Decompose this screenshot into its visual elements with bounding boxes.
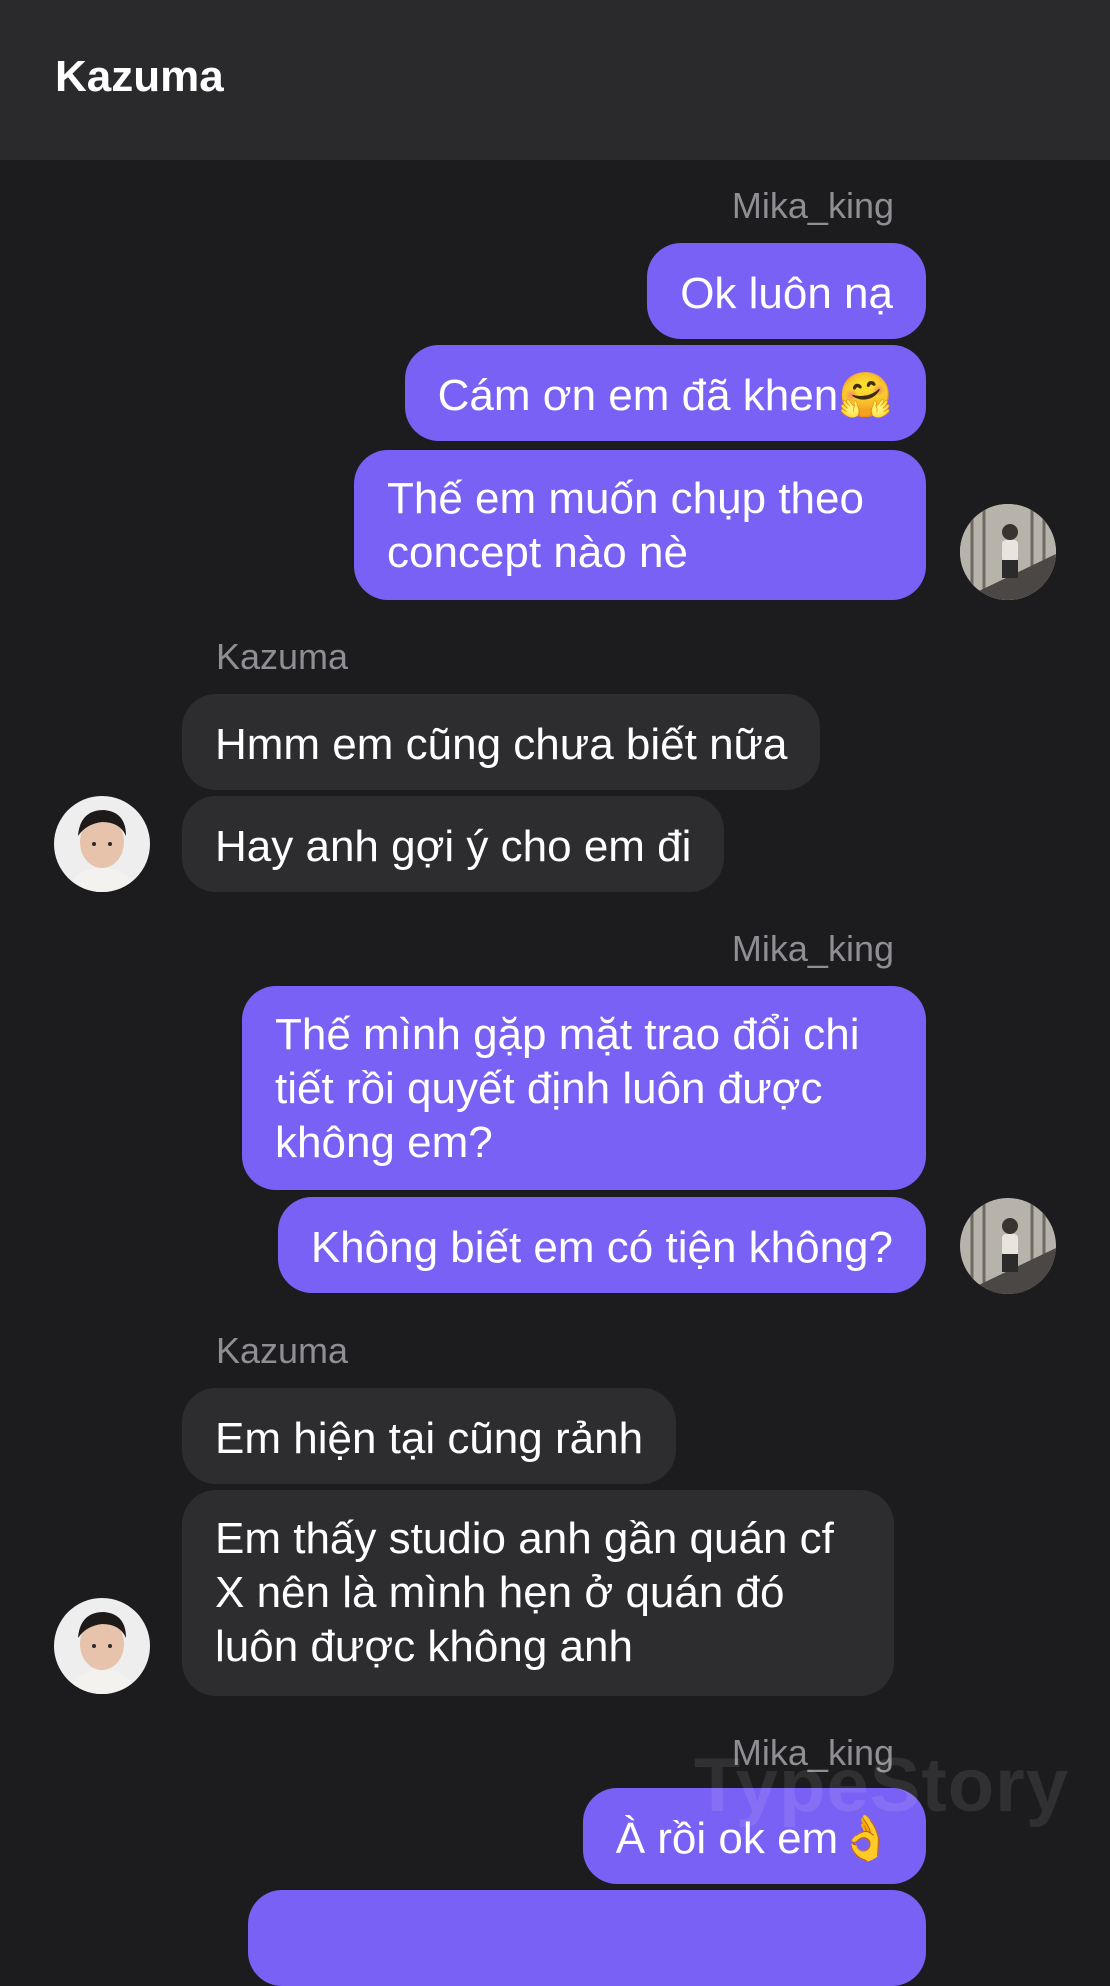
avatar-staircase-icon <box>960 1198 1056 1294</box>
contact-avatar[interactable] <box>54 1598 150 1694</box>
outgoing-message[interactable]: Cám ơn em đã khen🤗 <box>404 345 926 441</box>
incoming-message[interactable]: Hmm em cũng chưa biết nữa <box>182 694 821 790</box>
my-avatar[interactable] <box>960 1198 1056 1294</box>
avatar-portrait-icon <box>54 796 150 892</box>
outgoing-message[interactable]: Thế mình gặp mặt trao đổi chi tiết rồi q… <box>242 986 926 1190</box>
incoming-message[interactable]: Em thấy studio anh gần quán cf X nên là … <box>182 1490 894 1696</box>
avatar-staircase-icon <box>960 504 1056 600</box>
outgoing-message[interactable]: Thế em muốn chụp theo concept nào nè <box>354 450 926 600</box>
sender-name: Kazuma <box>216 1330 349 1371</box>
avatar-portrait-icon <box>54 1598 150 1694</box>
incoming-message[interactable]: Em hiện tại cũng rảnh <box>182 1388 677 1484</box>
outgoing-message[interactable]: Ok luôn nạ <box>647 243 926 339</box>
chat-header: Kazuma <box>0 0 1110 160</box>
my-avatar[interactable] <box>960 504 1056 600</box>
outgoing-message[interactable]: Không biết em có tiện không? <box>277 1197 926 1293</box>
watermark-logo: TypeStory <box>694 1743 1070 1828</box>
outgoing-message-partial[interactable] <box>248 1890 926 1986</box>
contact-avatar[interactable] <box>54 796 150 892</box>
incoming-message[interactable]: Hay anh gợi ý cho em đi <box>182 796 725 892</box>
sender-name: Mika_king <box>731 928 894 969</box>
sender-name: Mika_king <box>731 185 894 226</box>
chat-title[interactable]: Kazuma <box>55 52 224 102</box>
sender-name: Kazuma <box>216 636 349 677</box>
